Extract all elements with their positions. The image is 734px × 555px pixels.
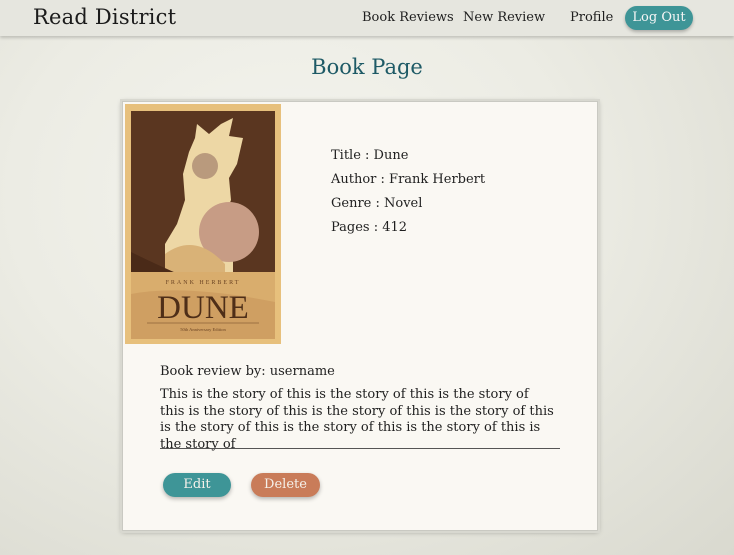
- book-details: Title : Dune Author : Frank Herbert Genr…: [331, 144, 485, 240]
- nav-link-book-reviews[interactable]: Book Reviews: [362, 10, 454, 25]
- book-cover-image: FRANK HERBERT DUNE 50th Anniversary Edit…: [125, 104, 281, 344]
- logout-button[interactable]: Log Out: [625, 6, 693, 30]
- delete-button[interactable]: Delete: [251, 473, 320, 497]
- nav-link-profile[interactable]: Profile: [570, 10, 613, 25]
- book-pages: Pages : 412: [331, 220, 408, 235]
- nav-link-new-review[interactable]: New Review: [463, 10, 545, 25]
- cover-edition-text: 50th Anniversary Edition: [180, 327, 226, 332]
- edit-button[interactable]: Edit: [163, 473, 231, 497]
- cover-author-text: FRANK HERBERT: [166, 280, 241, 286]
- book-title: Title : Dune: [331, 148, 409, 163]
- brand-logo-text[interactable]: Read District: [33, 5, 176, 29]
- review-author: Book review by: username: [160, 364, 335, 379]
- book-card: FRANK HERBERT DUNE 50th Anniversary Edit…: [122, 101, 598, 531]
- cover-title-text: DUNE: [157, 290, 249, 326]
- divider: [160, 448, 560, 449]
- book-genre: Genre : Novel: [331, 196, 423, 211]
- book-author: Author : Frank Herbert: [331, 172, 486, 187]
- review-text: This is the story of this is the story o…: [160, 387, 554, 452]
- navbar: Read District Book Reviews New Review Pr…: [0, 0, 734, 36]
- page-title: Book Page: [311, 55, 423, 79]
